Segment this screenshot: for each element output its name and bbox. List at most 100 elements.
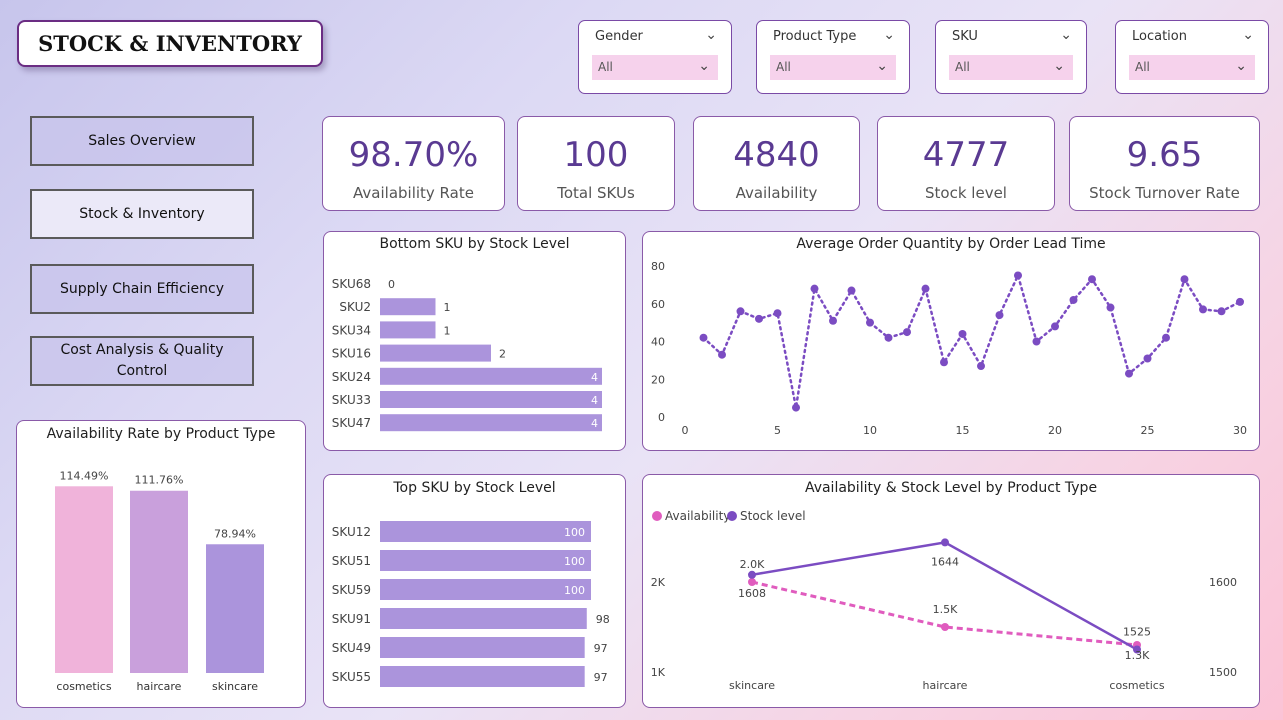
nav-label: Supply Chain Efficiency [59,280,225,297]
data-point [1014,271,1022,280]
filter-dropdown[interactable]: All ⌄ [949,55,1073,80]
kpi-stock-level: 4777 Stock level [877,116,1055,211]
bar [380,298,436,316]
category-label: SKU68 [332,277,371,291]
y-tick-label: 40 [651,336,665,349]
data-label: 114.49% [60,469,109,482]
bar [380,414,602,432]
filter-dropdown[interactable]: All ⌄ [592,55,718,80]
data-label: 100 [564,526,585,539]
y-tick-label: 20 [651,373,665,386]
chart-bottom-sku-by-stock-level: Bottom SKU by Stock Level SKU68 0 SKU2 1 SKU… [323,231,626,451]
filter-dropdown[interactable]: All ⌄ [770,55,896,80]
bar [55,486,113,673]
data-label: 100 [564,584,585,597]
chevron-down-icon[interactable]: ⌄ [1053,58,1065,74]
filter-gender[interactable]: Gender ⌄ All ⌄ [578,20,732,94]
category-label: SKU47 [332,416,371,430]
kpi-value: 4840 [733,135,820,175]
data-label: 78.94% [214,527,256,540]
data-label: 1 [444,301,451,314]
nav-label: Sales Overview [88,132,196,149]
y-tick-label: 60 [651,298,665,311]
bar [380,550,591,571]
kpi-value: 9.65 [1126,135,1203,175]
availability-stock-level-svg: Availability Stock level 2K 1K 1600 1500 skinc… [651,509,1237,692]
filter-label: SKU [952,29,978,44]
legend-label: Availability [665,509,730,523]
data-point [977,362,985,371]
chevron-down-icon[interactable]: ⌄ [1060,27,1072,43]
data-point [1236,297,1244,306]
filter-sku[interactable]: SKU ⌄ All ⌄ [935,20,1087,94]
y-tick-label: 0 [658,411,665,424]
y-tick-label: 80 [651,260,665,273]
legend-marker [727,511,737,521]
category-label: SKU2 [339,300,371,314]
filter-label: Gender [595,29,643,44]
filter-location[interactable]: Location ⌄ All ⌄ [1115,20,1269,94]
kpi-caption: Availability Rate [353,184,474,202]
bar [380,367,602,385]
chart-top-sku-by-stock-level: Top SKU by Stock Level SKU12 100 SKU51 100 S… [323,474,626,708]
kpi-availability-rate: 98.70% Availability Rate [322,116,505,211]
legend-label: Stock level [740,509,806,523]
data-point [792,403,800,412]
data-label: 4 [591,417,598,430]
category-label: SKU33 [332,393,371,407]
category-label: SKU55 [332,670,371,684]
data-label: 1 [444,324,451,337]
nav-sales-overview[interactable]: Sales Overview [30,116,254,166]
category-label: SKU49 [332,641,371,655]
kpi-caption: Availability [735,184,818,202]
stock-level-data-label: 1608 [738,587,766,600]
nav-stock-inventory[interactable]: Stock & Inventory [30,189,254,239]
nav-label: Stock & Inventory [79,205,205,222]
data-label: 111.76% [135,474,184,487]
bar [380,666,585,687]
nav-label: Cost Analysis & Quality Control [60,342,224,379]
data-point [829,316,837,325]
top-sku-svg: SKU12 100 SKU51 100 SKU59 100 SKU91 98 SKU49 97 SK… [332,521,610,687]
bar [380,521,591,542]
data-label: 0 [388,278,395,291]
stock-level-data-label: 1644 [931,555,959,568]
legend-marker [652,511,662,521]
filter-value: All [598,60,613,74]
filter-product-type[interactable]: Product Type ⌄ All ⌄ [756,20,910,94]
category-label: skincare [212,680,258,693]
chevron-down-icon[interactable]: ⌄ [883,27,895,43]
bar [380,391,602,408]
chevron-down-icon[interactable]: ⌄ [1242,27,1254,43]
bar [380,637,585,658]
availability-data-label: 2.0K [740,558,765,571]
chevron-down-icon[interactable]: ⌄ [876,58,888,74]
x-tick-label: 15 [956,424,970,437]
chevron-down-icon[interactable]: ⌄ [705,27,717,43]
availability-data-label: 1.5K [933,603,958,616]
x-tick-label: 30 [1233,424,1247,437]
chevron-down-icon[interactable]: ⌄ [698,58,710,74]
filter-value: All [1135,60,1150,74]
x-tick-label: 20 [1048,424,1062,437]
filter-dropdown[interactable]: All ⌄ [1129,55,1255,80]
nav-supply-chain-efficiency[interactable]: Supply Chain Efficiency [30,264,254,314]
category-label: SKU24 [332,370,371,384]
bar [380,321,436,339]
chart-availability-rate-by-product-type: Availability Rate by Product Type 114.49… [16,420,306,708]
category-label: SKU34 [332,323,371,337]
data-point [921,284,930,293]
chevron-down-icon[interactable]: ⌄ [1235,58,1247,74]
series-line [702,271,1242,408]
category-label: haircare [137,680,182,693]
data-point [1051,322,1059,331]
category-label: SKU51 [332,554,371,568]
nav-cost-analysis-quality-control[interactable]: Cost Analysis & Quality Control [30,336,254,386]
kpi-caption: Stock level [925,184,1007,202]
stock-level-point [748,570,756,579]
data-point [866,318,874,327]
kpi-value: 98.70% [348,135,479,175]
x-tick-label: 10 [863,424,877,437]
data-point [1125,369,1133,378]
data-point [773,309,782,318]
